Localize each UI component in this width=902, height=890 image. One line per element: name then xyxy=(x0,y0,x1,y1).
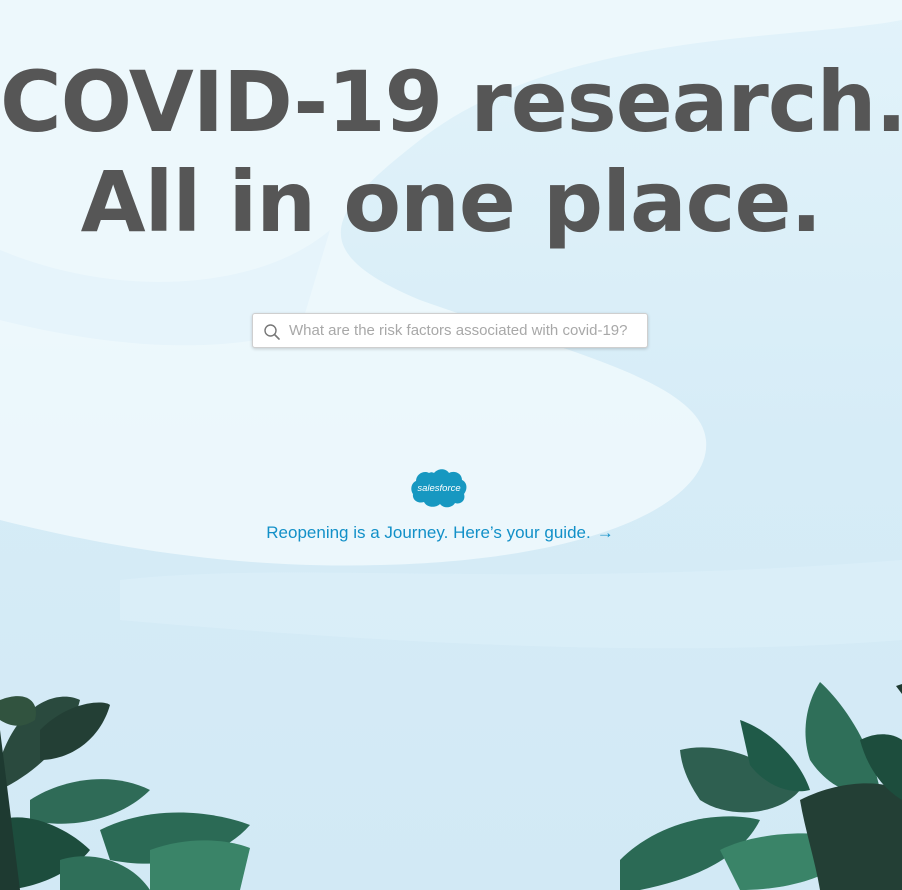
hero-heading-line-2: All in one place. xyxy=(80,153,823,251)
hero-heading-line-1: COVID-19 research. xyxy=(0,53,902,151)
arrow-right-icon: → xyxy=(596,523,614,542)
search-input[interactable] xyxy=(289,314,641,347)
hero-heading: COVID-19 research. All in one place. xyxy=(0,52,902,252)
salesforce-logo[interactable]: salesforce xyxy=(410,467,468,509)
reopening-guide-link[interactable]: Reopening is a Journey. Here’s your guid… xyxy=(0,523,880,543)
logo-wordmark: salesforce xyxy=(417,483,460,494)
search-icon xyxy=(264,324,280,340)
guide-link-text: Reopening is a Journey. Here’s your guid… xyxy=(266,523,591,542)
search-box[interactable] xyxy=(252,313,648,348)
